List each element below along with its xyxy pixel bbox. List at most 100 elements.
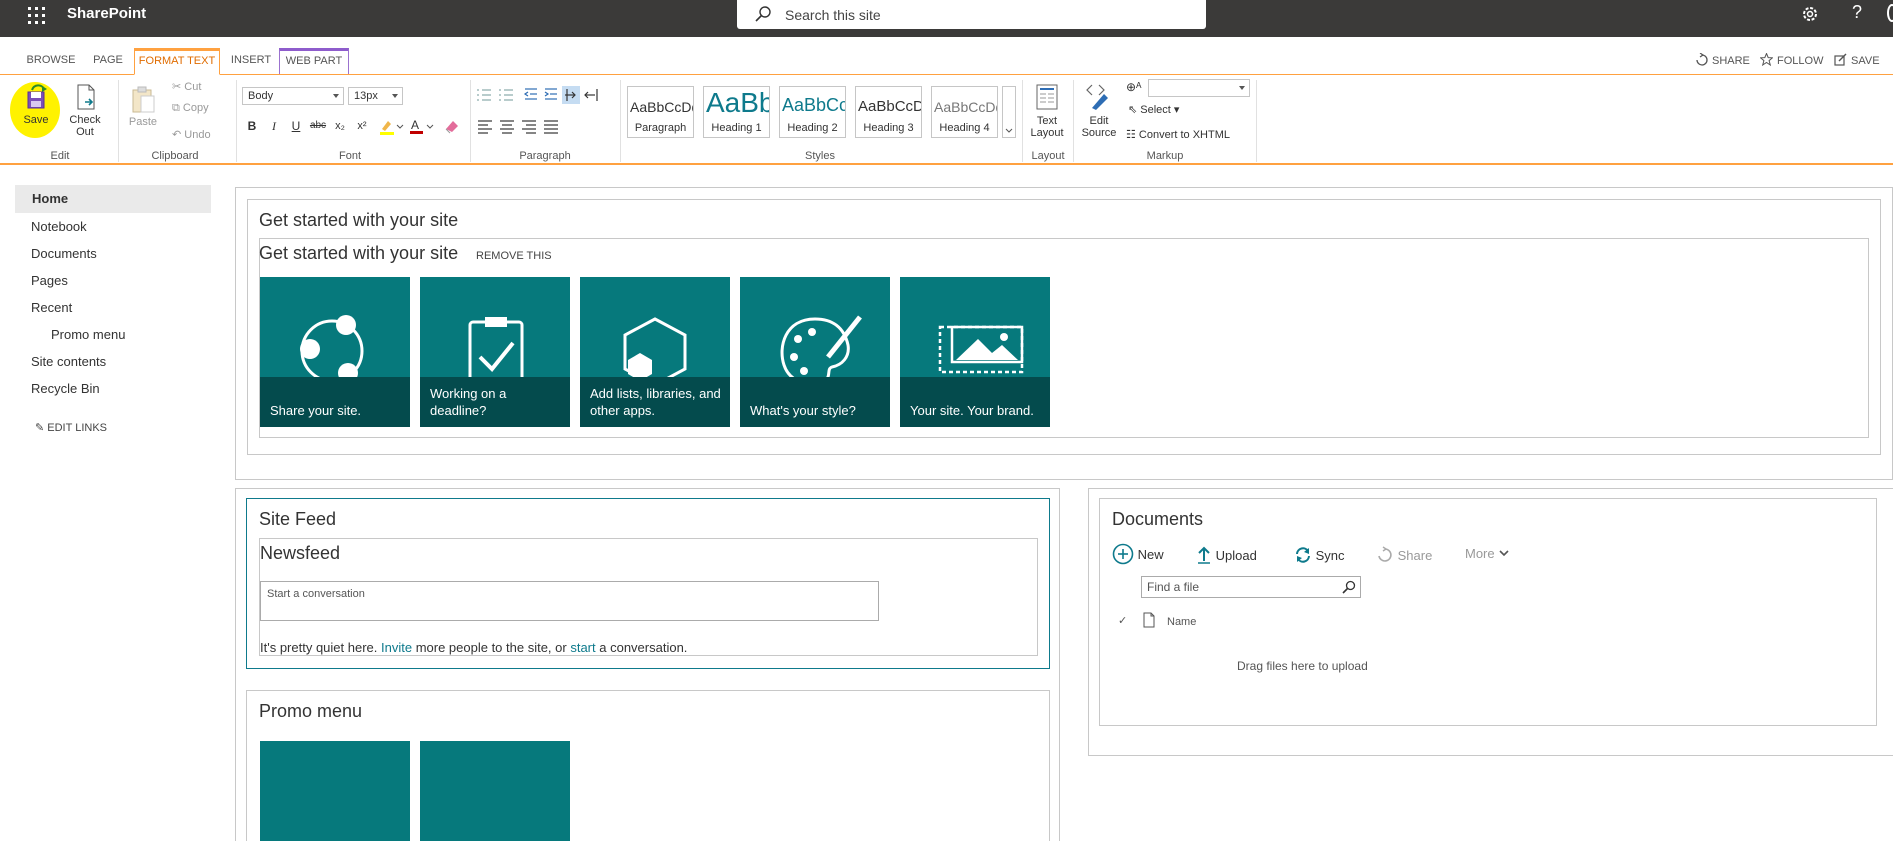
- language-icon[interactable]: ⊕ᴬ: [1126, 80, 1142, 94]
- palette-icon: [780, 315, 862, 377]
- quiet-text-2: more people to the site, or: [412, 640, 571, 655]
- find-file-input[interactable]: Find a file: [1141, 576, 1361, 598]
- font-color-button[interactable]: A: [408, 117, 434, 135]
- highlight-color-button[interactable]: [378, 117, 404, 135]
- subscript-button[interactable]: x₂: [330, 117, 350, 135]
- edit-links-label: EDIT LINKS: [47, 422, 107, 434]
- pencil-icon: ✎: [35, 422, 48, 434]
- text-layout-button[interactable]: Text Layout: [1026, 82, 1068, 142]
- font-size-value: 13px: [354, 90, 378, 102]
- brand-name[interactable]: SharePoint: [67, 5, 146, 22]
- nav-item-promo-menu[interactable]: Promo menu: [51, 327, 125, 342]
- paragraph-tools[interactable]: [475, 86, 620, 138]
- tab-page[interactable]: PAGE: [88, 48, 128, 74]
- star-icon: [1760, 53, 1773, 66]
- check-out-button[interactable]: Check Out: [60, 82, 110, 142]
- quiet-text-1: It's pretty quiet here.: [260, 640, 381, 655]
- upload-label: Upload: [1215, 548, 1257, 563]
- paragraph-group-label: Paragraph: [519, 150, 571, 162]
- account-icon[interactable]: [1887, 4, 1893, 22]
- nav-item-site-contents[interactable]: Site contents: [31, 354, 106, 369]
- plus-circle-icon: [1112, 543, 1134, 565]
- tile-share-site[interactable]: Share your site.: [260, 277, 410, 427]
- invite-link[interactable]: Invite: [381, 640, 412, 655]
- help-icon[interactable]: ?: [1852, 2, 1862, 23]
- remove-this-link[interactable]: REMOVE THIS: [476, 250, 552, 262]
- font-size-select[interactable]: 13px: [348, 87, 403, 105]
- new-button[interactable]: New: [1112, 543, 1164, 565]
- markup-styles-select[interactable]: [1148, 79, 1250, 97]
- save-button[interactable]: Save: [18, 82, 54, 142]
- superscript-button[interactable]: x²: [352, 117, 372, 135]
- tab-web-part[interactable]: WEB PART: [279, 48, 349, 75]
- follow-action[interactable]: FOLLOW: [1760, 53, 1823, 67]
- upload-button[interactable]: Upload: [1196, 546, 1257, 564]
- select-all-check-icon[interactable]: ✓: [1118, 614, 1127, 627]
- nav-item-recent[interactable]: Recent: [31, 300, 72, 315]
- bullets-icon: [477, 89, 491, 101]
- underline-button[interactable]: U: [286, 117, 306, 135]
- clear-format-icon[interactable]: [442, 117, 462, 135]
- tab-browse[interactable]: BROWSE: [22, 48, 80, 74]
- nav-item-documents[interactable]: Documents: [31, 246, 97, 261]
- ribbon-separator: [1022, 80, 1023, 162]
- name-column-header[interactable]: Name: [1167, 616, 1196, 628]
- tab-format-text[interactable]: FORMAT TEXT: [134, 48, 220, 75]
- tab-insert[interactable]: INSERT: [226, 48, 276, 74]
- tile-whats-your-style[interactable]: What's your style?: [740, 277, 890, 427]
- ribbon-separator: [236, 80, 237, 162]
- strikethrough-button[interactable]: abc: [308, 117, 328, 135]
- font-group-label: Font: [338, 150, 361, 162]
- share-action[interactable]: SHARE: [1695, 53, 1750, 67]
- style-heading-2[interactable]: AaBbCc Heading 2: [779, 86, 846, 138]
- bold-button[interactable]: B: [242, 117, 262, 135]
- paste-button[interactable]: Paste: [126, 84, 160, 144]
- align-center-icon: [500, 120, 514, 134]
- check-out-label: Check Out: [69, 114, 101, 138]
- save-action[interactable]: SAVE: [1834, 53, 1880, 67]
- rtl-icon: [584, 89, 598, 101]
- align-right-icon: [522, 120, 536, 134]
- settings-gear-icon[interactable]: [1799, 3, 1821, 25]
- picture-brand-icon: [938, 325, 1024, 374]
- nav-item-home[interactable]: Home: [15, 185, 211, 213]
- tile-working-deadline[interactable]: Working on a deadline?: [420, 277, 570, 427]
- undo-button[interactable]: ↶ Undo: [172, 128, 211, 141]
- start-link[interactable]: start: [570, 640, 595, 655]
- select-label: Select: [1140, 104, 1171, 116]
- style-heading-1[interactable]: AaBb Heading 1: [703, 86, 770, 138]
- nav-item-notebook[interactable]: Notebook: [31, 219, 87, 234]
- tile-add-apps[interactable]: Add lists, libraries, and other apps.: [580, 277, 730, 427]
- share-doc-button[interactable]: Share: [1376, 546, 1432, 564]
- style-heading-4[interactable]: AaBbCcDdE Heading 4: [931, 86, 998, 138]
- styles-scroll-button[interactable]: [1002, 86, 1016, 138]
- convert-xhtml-button[interactable]: ☷ Convert to XHTML: [1126, 128, 1230, 141]
- sync-button[interactable]: Sync: [1294, 546, 1345, 564]
- italic-button[interactable]: I: [264, 117, 284, 135]
- promo-tile[interactable]: [260, 741, 410, 841]
- search-icon: [1342, 580, 1356, 594]
- justify-icon: [544, 120, 558, 134]
- ribbon-separator: [1073, 80, 1074, 162]
- cut-button[interactable]: ✂ Cut: [172, 80, 201, 93]
- tile-label: Working on a deadline?: [430, 386, 507, 418]
- edit-source-button[interactable]: Edit Source: [1078, 82, 1120, 142]
- search-box[interactable]: Search this site: [737, 0, 1206, 29]
- start-conversation-input[interactable]: Start a conversation: [260, 581, 879, 621]
- edit-links-button[interactable]: ✎ EDIT LINKS: [35, 421, 107, 434]
- select-button[interactable]: ⇖ Select ▾: [1128, 103, 1179, 116]
- app-launcher-icon[interactable]: [26, 5, 48, 27]
- nav-item-recycle-bin[interactable]: Recycle Bin: [31, 381, 100, 396]
- tile-your-brand[interactable]: Your site. Your brand.: [900, 277, 1050, 427]
- font-style-select[interactable]: Body: [242, 87, 344, 105]
- convert-icon: ☷: [1126, 129, 1139, 141]
- style-name: Heading 2: [787, 122, 838, 134]
- style-paragraph[interactable]: AaBbCcDdE Paragraph: [627, 86, 694, 138]
- style-heading-3[interactable]: AaBbCcDc Heading 3: [855, 86, 922, 138]
- promo-tile[interactable]: [420, 741, 570, 841]
- more-button[interactable]: More: [1465, 546, 1510, 561]
- suite-bar: SharePoint Search this site ?: [0, 0, 1893, 37]
- undo-icon: ↶: [172, 129, 185, 141]
- nav-item-pages[interactable]: Pages: [31, 273, 68, 288]
- copy-button[interactable]: ⧉ Copy: [172, 102, 209, 115]
